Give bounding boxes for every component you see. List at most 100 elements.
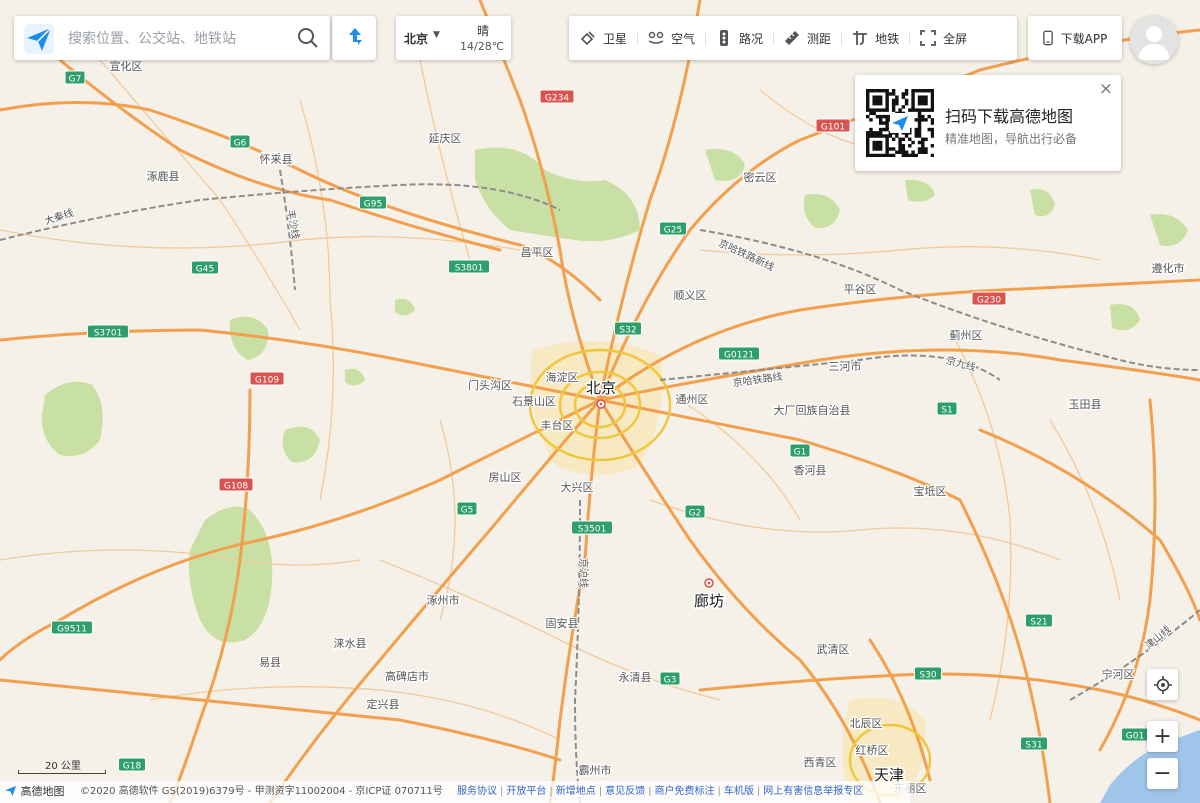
qr-module [930,131,934,135]
district-label[interactable]: 西青区 [802,755,838,771]
search-icon[interactable] [296,26,320,50]
air-quality-button[interactable]: 空气 [637,16,705,60]
district-label[interactable]: 昌平区 [519,245,555,261]
district-label[interactable]: 宣化区 [108,58,144,75]
district-label[interactable]: 宝坻区 [912,483,948,500]
qr-module [872,111,876,116]
qr-download-popup: 扫码下载高德地图 精准地图，导航出行必备 × [855,75,1121,171]
ruler-label: 测距 [807,31,832,46]
district-label[interactable]: 武清区 [815,642,851,658]
subway-button[interactable]: 地铁 [841,16,909,60]
qr-module [878,153,883,157]
search-input[interactable] [66,26,290,52]
qr-module [891,137,896,142]
district-label[interactable]: 香河县 [792,463,828,479]
zoom-out-button[interactable]: − [1147,758,1178,789]
qr-module [866,108,870,112]
footer-link[interactable]: 开放平台 [506,786,546,797]
highway-label: S31 [1025,741,1042,751]
qr-module [901,153,906,157]
qr-module [921,108,925,112]
district-label[interactable]: 通州区 [674,392,710,408]
district-label[interactable]: 红桥区 [854,743,890,759]
qr-module [872,144,876,148]
district-label[interactable]: 玉田县 [1067,397,1103,413]
district-label[interactable]: 延庆区 [427,130,463,147]
qr-module [917,114,922,119]
district-label[interactable]: 涿鹿县 [145,168,181,185]
qr-module [930,118,934,122]
download-app-button[interactable]: 下载APP [1028,16,1122,60]
qr-module [904,92,909,96]
route-button[interactable] [332,16,376,60]
city-selector[interactable]: 北京 [404,30,428,47]
qr-module [904,98,909,103]
district-label[interactable]: 平谷区 [842,282,878,298]
district-label[interactable]: 高碑店市 [384,668,431,685]
qr-module [917,108,922,112]
qr-module [888,147,893,151]
qr-module [866,134,870,138]
district-label[interactable]: 丰台区 [539,417,575,434]
highway-label: S3701 [94,329,123,339]
qr-module [914,89,919,93]
district-label[interactable]: 涿州市 [425,592,461,609]
district-label[interactable]: 遵化市 [1150,260,1186,277]
city-label[interactable]: 廊坊 [692,591,725,612]
footer-separator: | [500,786,504,797]
footer-brand: 高德地图 [4,781,65,803]
district-label[interactable]: 宁河区 [1100,666,1136,683]
district-label[interactable]: 三河市 [827,358,863,375]
footer-link[interactable]: 意见反馈 [605,786,645,797]
qr-module [911,153,915,157]
qr-module [904,101,909,106]
district-label[interactable]: 海淀区 [544,369,580,386]
qr-module [898,150,902,154]
close-icon[interactable]: × [1099,81,1113,98]
highway-label: G2 [689,509,702,519]
chevron-down-icon[interactable]: ▼ [433,30,440,40]
district-label[interactable]: 固安县 [544,615,580,632]
qr-module [869,131,873,135]
district-label[interactable]: 门头沟区 [467,377,514,394]
district-label[interactable]: 定兴县 [365,696,401,713]
zoom-in-button[interactable]: + [1147,721,1178,752]
qr-module [924,101,928,106]
qr-module [878,114,883,119]
traffic-button[interactable]: 路况 [705,16,773,60]
district-label[interactable]: 蓟州区 [948,328,984,344]
qr-code-icon [866,89,934,157]
district-label[interactable]: 涞水县 [332,636,368,652]
satellite-button[interactable]: 卫星 [569,16,637,60]
qr-module [888,153,893,157]
qr-module [930,105,934,109]
ruler-button[interactable]: 测距 [773,16,841,60]
locate-button[interactable] [1147,669,1178,700]
qr-module [911,105,915,109]
district-label[interactable]: 大兴区 [559,479,595,496]
footer-link[interactable]: 车机版 [724,786,754,797]
district-label[interactable]: 北辰区 [848,716,884,732]
district-label[interactable]: 石景山区 [511,394,558,410]
district-label[interactable]: 霸州市 [577,762,613,779]
district-label[interactable]: 大厂回族自治县 [772,402,852,419]
footer-link[interactable]: 新增地点 [556,786,596,797]
qr-module [872,131,876,135]
fullscreen-button[interactable]: 全屏 [909,16,977,60]
qr-module [878,144,883,148]
district-label[interactable]: 密云区 [742,169,778,186]
district-label[interactable]: 怀来县 [258,152,294,168]
district-label[interactable]: 易县 [258,655,283,671]
footer-link[interactable]: 服务协议 [457,786,497,797]
footer-link[interactable]: 商户免费标注 [655,786,715,797]
city-label[interactable]: 北京 [584,378,617,399]
qr-module [878,118,883,122]
highway-label: S21 [1030,618,1047,628]
user-avatar[interactable] [1130,16,1178,64]
footer-link[interactable]: 网上有害信息举报专区 [763,786,863,797]
district-label[interactable]: 顺义区 [672,288,708,304]
district-label[interactable]: 房山区 [487,470,523,486]
footer-separator: | [549,786,553,797]
qr-module [924,108,928,112]
district-label[interactable]: 永清县 [617,669,653,686]
